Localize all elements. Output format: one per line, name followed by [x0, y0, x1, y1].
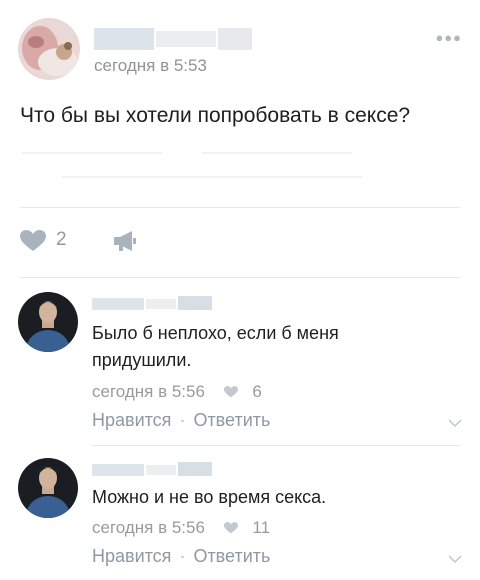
- comment-item: Можно и не во время секса. сегодня в 5:5…: [18, 458, 462, 580]
- post-text: Что бы вы хотели попробовать в сексе?: [20, 104, 411, 127]
- heart-icon: [20, 230, 46, 251]
- chevron-down-icon[interactable]: [448, 554, 462, 564]
- post-header: сегодня в 5:53 ●●●: [18, 18, 462, 80]
- post-author-avatar[interactable]: [18, 18, 80, 80]
- comment-meta: сегодня в 5:56 11: [92, 518, 270, 538]
- separator-dot: ·: [179, 546, 186, 566]
- post-author-name-blurred[interactable]: [94, 28, 254, 50]
- comment-reply-link[interactable]: Ответить: [193, 546, 270, 566]
- post-divider: [20, 207, 460, 208]
- post-like-count: 2: [56, 229, 67, 250]
- comment-reply-link[interactable]: Ответить: [193, 410, 270, 430]
- comment-like-count: 6: [252, 382, 262, 401]
- comment-timestamp: сегодня в 5:56: [92, 382, 205, 401]
- comment-actions: Нравится · Ответить: [92, 410, 270, 431]
- comment-author-name-blurred[interactable]: [92, 296, 212, 310]
- post-actions: 2: [20, 226, 220, 256]
- chevron-down-icon[interactable]: [448, 418, 462, 428]
- comment-timestamp: сегодня в 5:56: [92, 518, 205, 537]
- comment-item: Было б неплохо, если б меня придушили. с…: [18, 292, 462, 432]
- heart-icon[interactable]: [223, 386, 238, 398]
- heart-icon[interactable]: [223, 522, 238, 534]
- comment-text: Можно и не во время секса.: [92, 487, 327, 507]
- comments-divider: [20, 277, 460, 278]
- comment-divider: [92, 445, 460, 446]
- post-attachment-placeholder: [22, 148, 442, 188]
- comment-actions: Нравится · Ответить: [92, 546, 270, 567]
- comment-text: Было б неплохо, если б меня придушили.: [92, 323, 339, 370]
- separator-dot: ·: [179, 410, 186, 430]
- comment-author-name-blurred[interactable]: [92, 462, 212, 476]
- comment-like-count: 11: [252, 518, 271, 537]
- comment-like-link[interactable]: Нравится: [92, 546, 171, 566]
- post-timestamp: сегодня в 5:53: [94, 56, 207, 75]
- more-dots-icon[interactable]: ●●●: [435, 30, 462, 45]
- comment-author-avatar[interactable]: [18, 458, 78, 518]
- comment-author-avatar[interactable]: [18, 292, 78, 352]
- comment-like-link[interactable]: Нравится: [92, 410, 171, 430]
- comment-meta: сегодня в 5:56 6: [92, 382, 262, 402]
- megaphone-icon[interactable]: [112, 230, 138, 252]
